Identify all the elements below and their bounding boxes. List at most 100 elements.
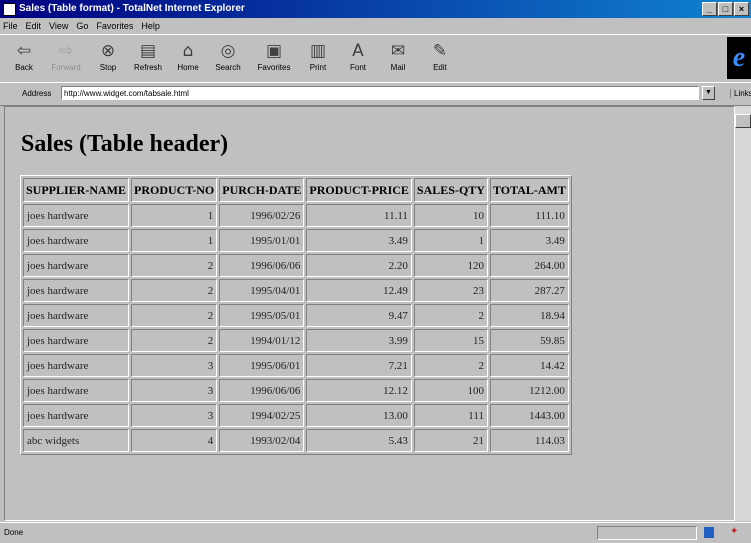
font-button[interactable]: A Font (340, 39, 376, 72)
menu-item-go[interactable]: Go (76, 19, 88, 33)
table-cell: 3 (131, 404, 218, 427)
table-cell: 2 (413, 354, 488, 377)
table-row: joes hardware 1 1996/02/26 11.11 10 111.10 (23, 204, 569, 227)
menu-item-help[interactable]: Help (141, 19, 160, 33)
table-row: joes hardware 3 1996/06/06 12.12 100 1212.00 (23, 379, 569, 402)
close-button[interactable]: × (734, 2, 749, 16)
toolbar-label: Stop (99, 63, 117, 72)
table-row: joes hardware 3 1995/06/01 7.21 2 14.42 (23, 354, 569, 377)
table-cell: 1995/01/01 (219, 229, 305, 252)
page-heading: Sales (Table header) (21, 131, 229, 157)
table-row: abc widgets 4 1993/02/04 5.43 21 114.03 (23, 429, 569, 452)
table-cell: 2 (131, 279, 218, 302)
table-cell: 13.00 (306, 404, 412, 427)
table-cell: 2 (131, 254, 218, 277)
table-cell: joes hardware (23, 404, 130, 427)
address-input[interactable]: http://www.widget.com/tabsale.html (61, 86, 699, 100)
table-row: joes hardware 2 1995/04/01 12.49 23 287.27 (23, 279, 569, 302)
table-cell: 264.00 (489, 254, 569, 277)
table-cell: 120 (413, 254, 488, 277)
table-cell: 2 (131, 304, 218, 327)
toolbar-label: Font (349, 63, 366, 72)
stop-icon: ⊗ (100, 41, 116, 61)
maximize-button[interactable]: □ (718, 2, 733, 16)
table-cell: 59.85 (489, 329, 569, 352)
links-button[interactable]: Links (730, 89, 751, 98)
table-row: joes hardware 2 1996/06/06 2.20 120 264.00 (23, 254, 569, 277)
table-cell: 1212.00 (489, 379, 569, 402)
edit-button[interactable]: ✎ Edit (422, 39, 458, 72)
scrollbar-thumb[interactable] (735, 114, 751, 128)
menu-item-edit[interactable]: Edit (26, 19, 42, 33)
refresh-button[interactable]: ▤ Refresh (130, 39, 166, 72)
table-cell: 100 (413, 379, 488, 402)
menu-item-view[interactable]: View (49, 19, 68, 33)
refresh-icon: ▤ (139, 41, 157, 61)
table-cell: 1994/01/12 (219, 329, 305, 352)
column-header: SUPPLIER-NAME (23, 178, 130, 202)
back-arrow-icon: ⇦ (16, 41, 32, 61)
favorites-icon: ▣ (265, 41, 283, 61)
search-button[interactable]: ◎ Search (210, 39, 246, 72)
favorites-button[interactable]: ▣ Favorites (256, 39, 292, 72)
table-cell: 1 (131, 229, 218, 252)
table-cell: 1996/06/06 (219, 254, 305, 277)
table-row: joes hardware 2 1995/05/01 9.47 2 18.94 (23, 304, 569, 327)
table-cell: 3.49 (489, 229, 569, 252)
table-cell: 114.03 (489, 429, 569, 452)
toolbar-label: Favorites (257, 63, 291, 72)
status-text: Done (4, 528, 24, 537)
stop-button[interactable]: ⊗ Stop (90, 39, 126, 72)
table-cell: joes hardware (23, 379, 130, 402)
minimize-button[interactable]: _ (702, 2, 717, 16)
status-bar: Done ✦ (0, 522, 751, 543)
table-cell: 2 (413, 304, 488, 327)
table-cell: joes hardware (23, 229, 130, 252)
toolbar-label: Refresh (133, 63, 162, 72)
table-cell: 4 (131, 429, 218, 452)
table-cell: 1995/06/01 (219, 354, 305, 377)
home-button[interactable]: ⌂ Home (170, 39, 206, 72)
table-cell: 3.99 (306, 329, 412, 352)
column-header: TOTAL-AMT (489, 178, 569, 202)
table-cell: 1 (413, 229, 488, 252)
table-cell: 1995/04/01 (219, 279, 305, 302)
address-label: Address (22, 89, 52, 98)
menu-item-file[interactable]: File (3, 19, 18, 33)
search-icon: ◎ (220, 41, 236, 61)
column-header: PRODUCT-NO (131, 178, 218, 202)
table-cell: 9.47 (306, 304, 412, 327)
table-cell: joes hardware (23, 304, 130, 327)
table-cell: joes hardware (23, 279, 130, 302)
column-header: SALES-QTY (413, 178, 488, 202)
page-content: Sales (Table header) SUPPLIER-NAME PRODUC… (4, 106, 735, 521)
forward-button[interactable]: ⇨ Forward (48, 39, 84, 72)
table-cell: joes hardware (23, 329, 130, 352)
menu-item-favorites[interactable]: Favorites (96, 19, 133, 33)
table-cell: 1996/06/06 (219, 379, 305, 402)
table-header-row: SUPPLIER-NAME PRODUCT-NO PURCH-DATE PRODUCT… (23, 178, 569, 202)
table-cell: 12.49 (306, 279, 412, 302)
address-dropdown-button[interactable]: ▼ (702, 86, 715, 100)
table-cell: 12.12 (306, 379, 412, 402)
mail-button[interactable]: ✉ Mail (380, 39, 416, 72)
sales-table: SUPPLIER-NAME PRODUCT-NO PURCH-DATE PRODUCT… (20, 175, 572, 455)
title-bar: Sales (Table format) - TotalNet Internet… (0, 0, 751, 18)
security-icon: ✦ (730, 526, 739, 537)
table-cell: 3 (131, 354, 218, 377)
table-cell: 1443.00 (489, 404, 569, 427)
print-button[interactable]: ▥ Print (300, 39, 336, 72)
back-button[interactable]: ⇦ Back (6, 39, 42, 72)
window-controls: _ □ × (702, 2, 749, 16)
table-cell: abc widgets (23, 429, 130, 452)
table-row: joes hardware 3 1994/02/25 13.00 111 1443.00 (23, 404, 569, 427)
print-icon: ▥ (309, 41, 327, 61)
mail-icon: ✉ (390, 41, 406, 61)
table-cell: 1 (131, 204, 218, 227)
table-cell: joes hardware (23, 204, 130, 227)
toolbar-label: Search (215, 63, 241, 72)
vertical-scrollbar[interactable] (735, 106, 751, 521)
table-row: joes hardware 1 1995/01/01 3.49 1 3.49 (23, 229, 569, 252)
table-cell: 2 (131, 329, 218, 352)
table-cell: 23 (413, 279, 488, 302)
